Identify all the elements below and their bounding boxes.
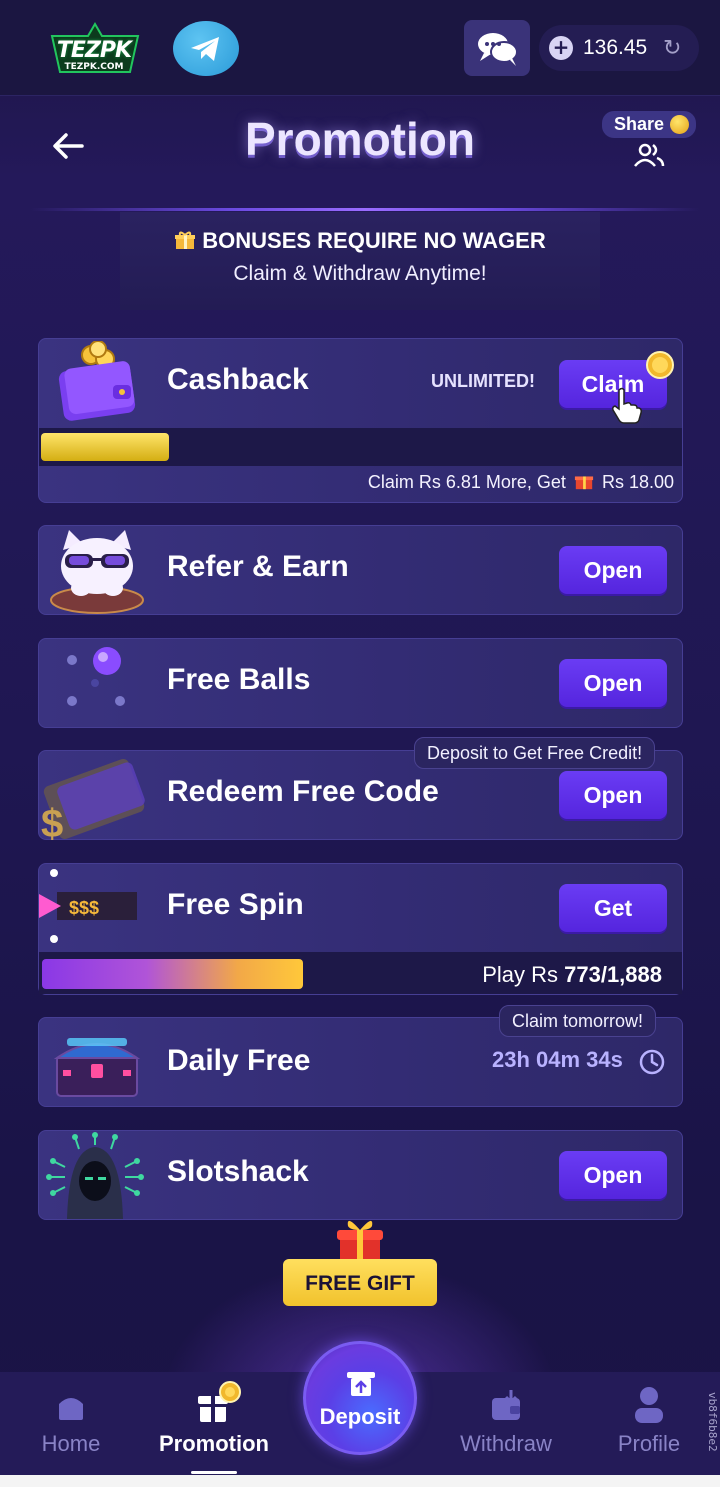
- nav-home[interactable]: Home: [20, 1372, 122, 1475]
- refer-earn-title: Refer & Earn: [167, 550, 349, 583]
- redeem-code-open-button[interactable]: Open: [559, 771, 667, 819]
- coin-icon: [670, 115, 689, 134]
- balance-amount: 136.45: [583, 36, 648, 59]
- spin-icon-text: $$$: [69, 898, 99, 918]
- people-icon[interactable]: [632, 142, 666, 168]
- header-divider: [30, 208, 700, 211]
- promotion-page: TEZPK TEZPK.COM + 136.45 ↻ Promotion Sha…: [0, 0, 720, 1487]
- play-prefix: Play Rs: [482, 962, 558, 987]
- refresh-icon[interactable]: ↻: [663, 36, 681, 61]
- cashback-note-prefix: Claim Rs 6.81 More, Get: [367, 472, 566, 492]
- unlimited-badge: UNLIMITED!: [431, 371, 535, 391]
- gift-icon: [574, 476, 594, 490]
- nav-profile[interactable]: Profile: [600, 1372, 698, 1475]
- gift-icon: [198, 1381, 241, 1422]
- hand-pointer-icon: [612, 387, 642, 424]
- active-tab-indicator: [191, 1471, 237, 1474]
- version-string: vb8f6b8e2: [706, 1392, 719, 1452]
- bonus-headline-text: BONUSES REQUIRE NO WAGER: [202, 228, 546, 253]
- wallet-coins-icon: [53, 340, 143, 425]
- deposit-free-credit-tag: Deposit to Get Free Credit!: [414, 737, 656, 769]
- spin-progress-fill: [42, 959, 303, 989]
- telegram-icon: [191, 37, 219, 61]
- bonus-subline: Claim & Withdraw Anytime!: [233, 262, 487, 285]
- redeem-code-title: Redeem Free Code: [167, 775, 439, 808]
- slotshack-card: Slotshack Open: [38, 1130, 683, 1220]
- cashback-card: Cashback UNLIMITED! Claim Claim Rs 6.81 …: [38, 338, 683, 503]
- slotshack-title: Slotshack: [167, 1155, 309, 1188]
- bonus-banner: BONUSES REQUIRE NO WAGER Claim & Withdra…: [120, 212, 600, 310]
- spin-progress-track: Play Rs 773/1,888: [39, 952, 682, 994]
- nav-promotion[interactable]: Promotion: [150, 1372, 278, 1475]
- cat-mascot-icon: [47, 528, 147, 618]
- bonus-headline: BONUSES REQUIRE NO WAGER: [120, 228, 600, 254]
- play-value: 773/1,888: [564, 962, 662, 987]
- free-spin-get-button[interactable]: Get: [559, 884, 667, 932]
- system-bar: [0, 1475, 720, 1487]
- cashback-progress-fill: [41, 433, 169, 461]
- free-balls-open-button[interactable]: Open: [559, 659, 667, 707]
- refer-earn-card: Refer & Earn Open: [38, 525, 683, 615]
- cashback-note: Claim Rs 6.81 More, Get Rs 18.00: [368, 471, 674, 493]
- nav-home-label: Home: [41, 1431, 101, 1456]
- balance-pill: + 136.45 ↻: [539, 25, 699, 71]
- claim-tomorrow-tag: Claim tomorrow!: [499, 1005, 657, 1037]
- nav-profile-label: Profile: [617, 1431, 681, 1456]
- refer-earn-open-button[interactable]: Open: [559, 546, 667, 594]
- telegram-button[interactable]: [173, 21, 239, 76]
- chat-button[interactable]: [464, 20, 530, 76]
- chat-icon: [478, 33, 518, 66]
- ticket-icon: $: [39, 751, 149, 846]
- profile-icon: [635, 1387, 663, 1423]
- spin-wheel-icon: $$$: [39, 864, 149, 958]
- logo-text: TEZPK: [56, 38, 132, 63]
- share-label: Share: [614, 114, 665, 134]
- share-button[interactable]: Share: [602, 111, 696, 138]
- free-spin-card: $$$ Free Spin Get Play Rs 773/1,888: [38, 863, 683, 995]
- hooded-hacker-icon: [45, 1131, 145, 1225]
- nav-withdraw[interactable]: Withdraw: [446, 1372, 566, 1475]
- slotshack-open-button[interactable]: Open: [559, 1151, 667, 1199]
- top-bar: TEZPK TEZPK.COM + 136.45 ↻: [0, 0, 720, 96]
- home-icon: [59, 1398, 83, 1420]
- coin-icon: [646, 351, 674, 379]
- withdraw-wallet-icon: [492, 1390, 520, 1420]
- tezpk-logo[interactable]: TEZPK TEZPK.COM: [50, 22, 140, 76]
- daily-free-title: Daily Free: [167, 1044, 311, 1077]
- free-spin-title: Free Spin: [167, 888, 304, 921]
- daily-timer: 23h 04m 34s: [492, 1047, 623, 1072]
- free-gift-button[interactable]: FREE GIFT: [283, 1259, 437, 1306]
- treasure-chest-icon: [53, 1030, 143, 1104]
- deposit-icon: [347, 1372, 375, 1396]
- cashback-progress-track: [39, 428, 682, 466]
- deposit-button[interactable]: Deposit: [303, 1341, 417, 1455]
- deposit-label: Deposit: [319, 1404, 401, 1429]
- free-balls-title: Free Balls: [167, 663, 311, 696]
- svg-text:$: $: [41, 802, 63, 841]
- claim-button[interactable]: Claim: [559, 351, 674, 424]
- free-balls-card: Free Balls Open: [38, 638, 683, 728]
- cashback-title: Cashback: [167, 363, 309, 396]
- clock-icon: [639, 1049, 665, 1079]
- nav-promotion-label: Promotion: [159, 1431, 269, 1456]
- play-progress-text: Play Rs 773/1,888: [482, 962, 662, 988]
- gift-icon: [175, 231, 196, 249]
- balls-icon: [59, 639, 139, 723]
- cashback-note-amount: Rs 18.00: [601, 472, 674, 492]
- logo-subtext: TEZPK.COM: [64, 62, 124, 72]
- nav-withdraw-label: Withdraw: [460, 1431, 552, 1456]
- add-funds-icon[interactable]: +: [549, 36, 573, 60]
